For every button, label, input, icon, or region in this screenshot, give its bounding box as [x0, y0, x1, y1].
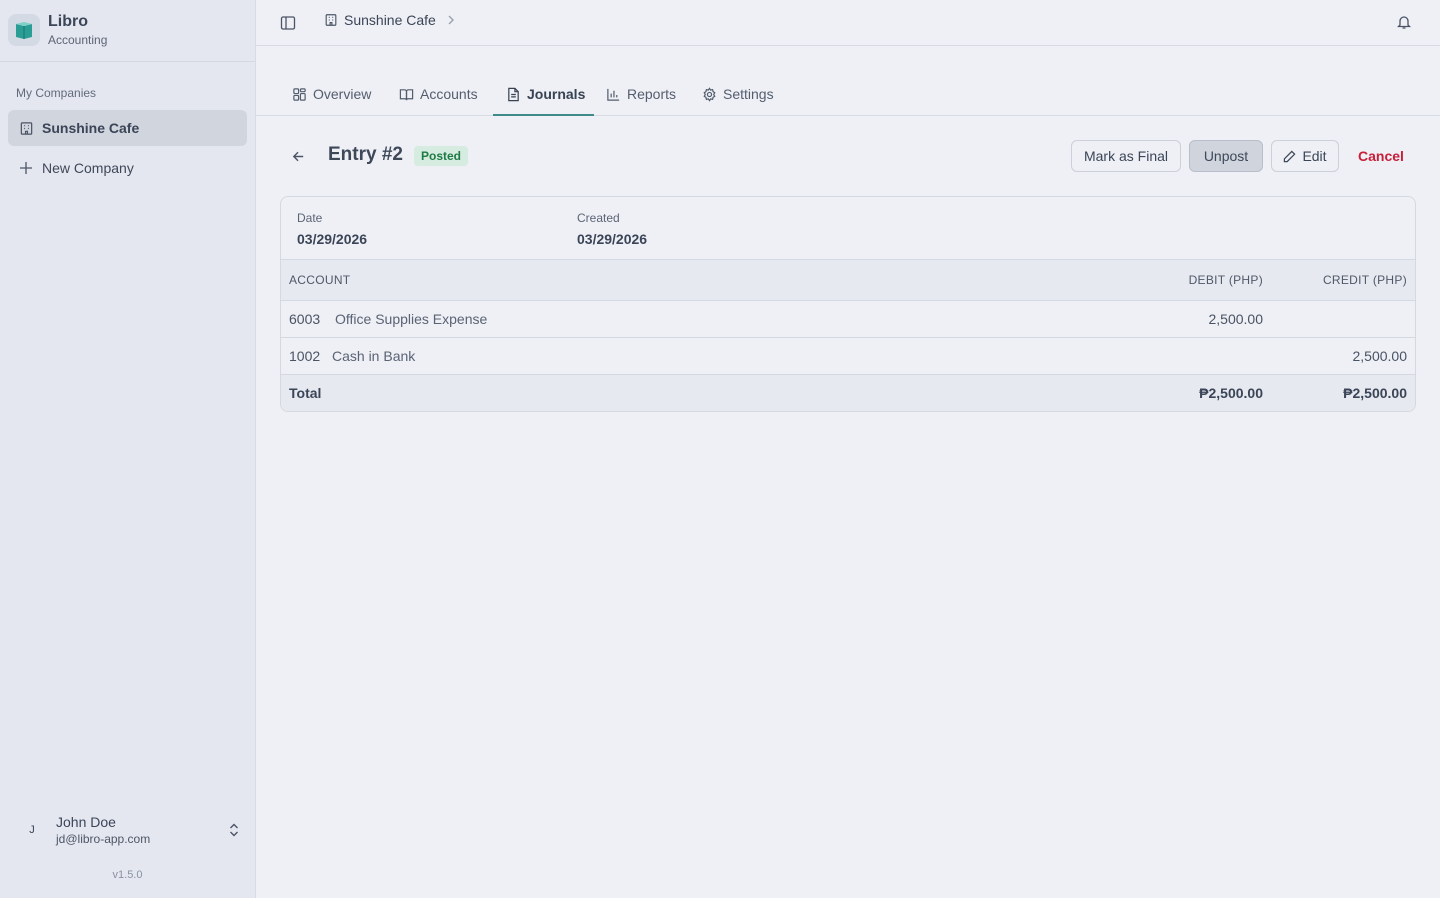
sidebar-item-label: New Company [42, 160, 134, 176]
book-icon [399, 87, 414, 102]
unpost-button[interactable]: Unpost [1189, 140, 1263, 172]
breadcrumb-label: Sunshine Cafe [344, 12, 436, 28]
account-code: 1002 [289, 348, 321, 364]
libro-logo-icon [8, 14, 40, 46]
tab-bar: Overview Accounts Journals Reports Setti… [256, 72, 1440, 116]
panel-left-icon [280, 15, 296, 31]
sidebar-toggle-button[interactable] [278, 13, 298, 33]
total-credit: ₱2,500.00 [1343, 385, 1407, 401]
total-row: Total ₱2,500.00 ₱2,500.00 [281, 375, 1415, 411]
table-row[interactable]: 6003 Office Supplies Expense 2,500.00 [281, 301, 1415, 338]
user-menu[interactable]: J John Doe jd@libro-app.com [16, 808, 244, 852]
tab-label: Reports [627, 86, 677, 102]
building-icon [324, 13, 338, 27]
app-name: Libro [48, 13, 88, 30]
user-name: John Doe [56, 814, 116, 830]
sidebar-item-label: Sunshine Cafe [42, 120, 140, 136]
tab-label: Journals [527, 86, 586, 102]
top-bar: Sunshine Cafe [256, 0, 1440, 46]
account-code: 6003 [289, 311, 321, 327]
tab-accounts[interactable]: Accounts [399, 72, 478, 116]
sidebar-item-sunshine-cafe[interactable]: Sunshine Cafe [8, 110, 247, 146]
status-badge: Posted [414, 146, 469, 166]
app-version: v1.5.0 [112, 869, 143, 881]
date-value: 03/29/2026 [297, 231, 368, 247]
building-icon [18, 120, 34, 136]
date-field: Date 03/29/2026 [297, 210, 367, 250]
edit-button[interactable]: Edit [1271, 140, 1339, 172]
sidebar: Libro Accounting My Companies Sunshine C… [0, 0, 256, 898]
date-label: Date [297, 211, 323, 225]
arrow-left-icon [291, 149, 306, 164]
brand[interactable]: Libro Accounting [8, 10, 107, 50]
chevron-right-icon [446, 14, 456, 26]
breadcrumb[interactable]: Sunshine Cafe [324, 12, 456, 28]
created-label: Created [577, 211, 620, 225]
column-header-debit: DEBIT (PHP) [1188, 273, 1263, 287]
tab-settings[interactable]: Settings [702, 72, 774, 116]
table-row[interactable]: 1002 Cash in Bank 2,500.00 [281, 338, 1415, 375]
app-subtitle: Accounting [48, 33, 108, 47]
plus-icon [18, 160, 34, 176]
tab-overview[interactable]: Overview [292, 72, 371, 116]
account-name: Cash in Bank [332, 348, 416, 364]
journal-entry-card: Date 03/29/2026 Created 03/29/2026 ACCOU… [280, 196, 1416, 412]
user-email: jd@libro-app.com [56, 832, 151, 846]
column-header-account: ACCOUNT [289, 273, 351, 287]
tab-reports[interactable]: Reports [606, 72, 676, 116]
tab-label: Overview [313, 86, 372, 102]
section-label: My Companies [16, 86, 97, 100]
debit-amount: 2,500.00 [1208, 311, 1264, 327]
notifications-button[interactable] [1394, 12, 1414, 32]
avatar: J [29, 824, 35, 836]
tab-label: Settings [723, 86, 774, 102]
created-value: 03/29/2026 [577, 231, 648, 247]
pencil-icon [1283, 150, 1296, 163]
back-button[interactable] [288, 146, 308, 166]
grid-icon [292, 87, 307, 102]
created-field: Created 03/29/2026 [577, 210, 647, 250]
table-header: ACCOUNT DEBIT (PHP) CREDIT (PHP) [281, 260, 1415, 301]
sidebar-divider [0, 61, 255, 62]
entry-meta: Date 03/29/2026 Created 03/29/2026 [281, 197, 1415, 260]
total-debit: ₱2,500.00 [1199, 385, 1263, 401]
account-name: Office Supplies Expense [335, 311, 488, 327]
active-tab-indicator [493, 114, 594, 116]
page-title: Entry #2 [328, 144, 403, 165]
cancel-button[interactable]: Cancel [1351, 140, 1411, 172]
bell-icon [1396, 14, 1412, 30]
total-label: Total [289, 385, 322, 401]
bar-chart-icon [606, 87, 621, 102]
tab-journals[interactable]: Journals [506, 72, 585, 116]
document-icon [506, 87, 521, 102]
gear-icon [702, 86, 717, 102]
chevrons-up-down-icon [228, 822, 240, 838]
tab-label: Accounts [420, 86, 478, 102]
mark-as-final-button[interactable]: Mark as Final [1071, 140, 1181, 172]
credit-amount: 2,500.00 [1352, 348, 1408, 364]
column-header-credit: CREDIT (PHP) [1322, 273, 1407, 287]
sidebar-item-new-company[interactable]: New Company [8, 150, 247, 186]
edit-button-label: Edit [1302, 148, 1327, 164]
